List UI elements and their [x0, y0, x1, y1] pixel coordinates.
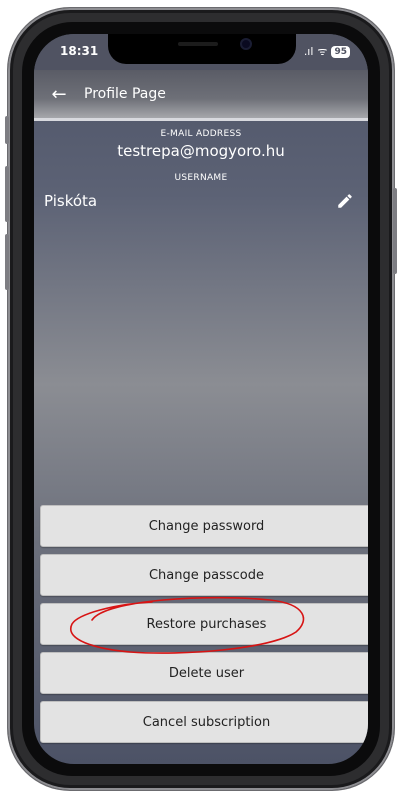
power-button	[393, 188, 397, 274]
notch	[108, 34, 296, 64]
delete-user-button[interactable]: Delete user	[40, 652, 368, 694]
app-screen: 18:31 .ıl ᯤ 95 ← Profile Page E-MAIL ADD…	[34, 34, 368, 764]
speaker-grille	[178, 42, 218, 46]
username-value: Piskóta	[44, 192, 98, 210]
app-bar: ← Profile Page	[34, 70, 368, 118]
volume-up-button	[5, 166, 9, 222]
change-passcode-button[interactable]: Change passcode	[40, 554, 368, 596]
cancel-subscription-button[interactable]: Cancel subscription	[40, 701, 368, 743]
battery-icon: 95	[331, 45, 350, 58]
page-title: Profile Page	[84, 86, 166, 102]
mute-switch	[5, 116, 9, 144]
signal-icon: .ıl	[303, 45, 314, 58]
pencil-icon[interactable]	[336, 192, 354, 210]
change-password-button[interactable]: Change password	[40, 505, 368, 547]
status-time: 18:31	[60, 44, 99, 58]
wifi-icon: ᯤ	[317, 45, 328, 58]
username-label: USERNAME	[174, 173, 228, 183]
restore-purchases-button[interactable]: Restore purchases	[40, 603, 368, 645]
header-divider	[34, 118, 368, 121]
camera-icon	[240, 38, 252, 50]
volume-down-button	[5, 234, 9, 290]
email-label: E-MAIL ADDRESS	[160, 129, 242, 139]
email-value: testrepa@mogyoro.hu	[117, 142, 285, 160]
back-arrow-icon[interactable]: ←	[48, 84, 70, 105]
status-icons: .ıl ᯤ 95	[304, 44, 350, 59]
